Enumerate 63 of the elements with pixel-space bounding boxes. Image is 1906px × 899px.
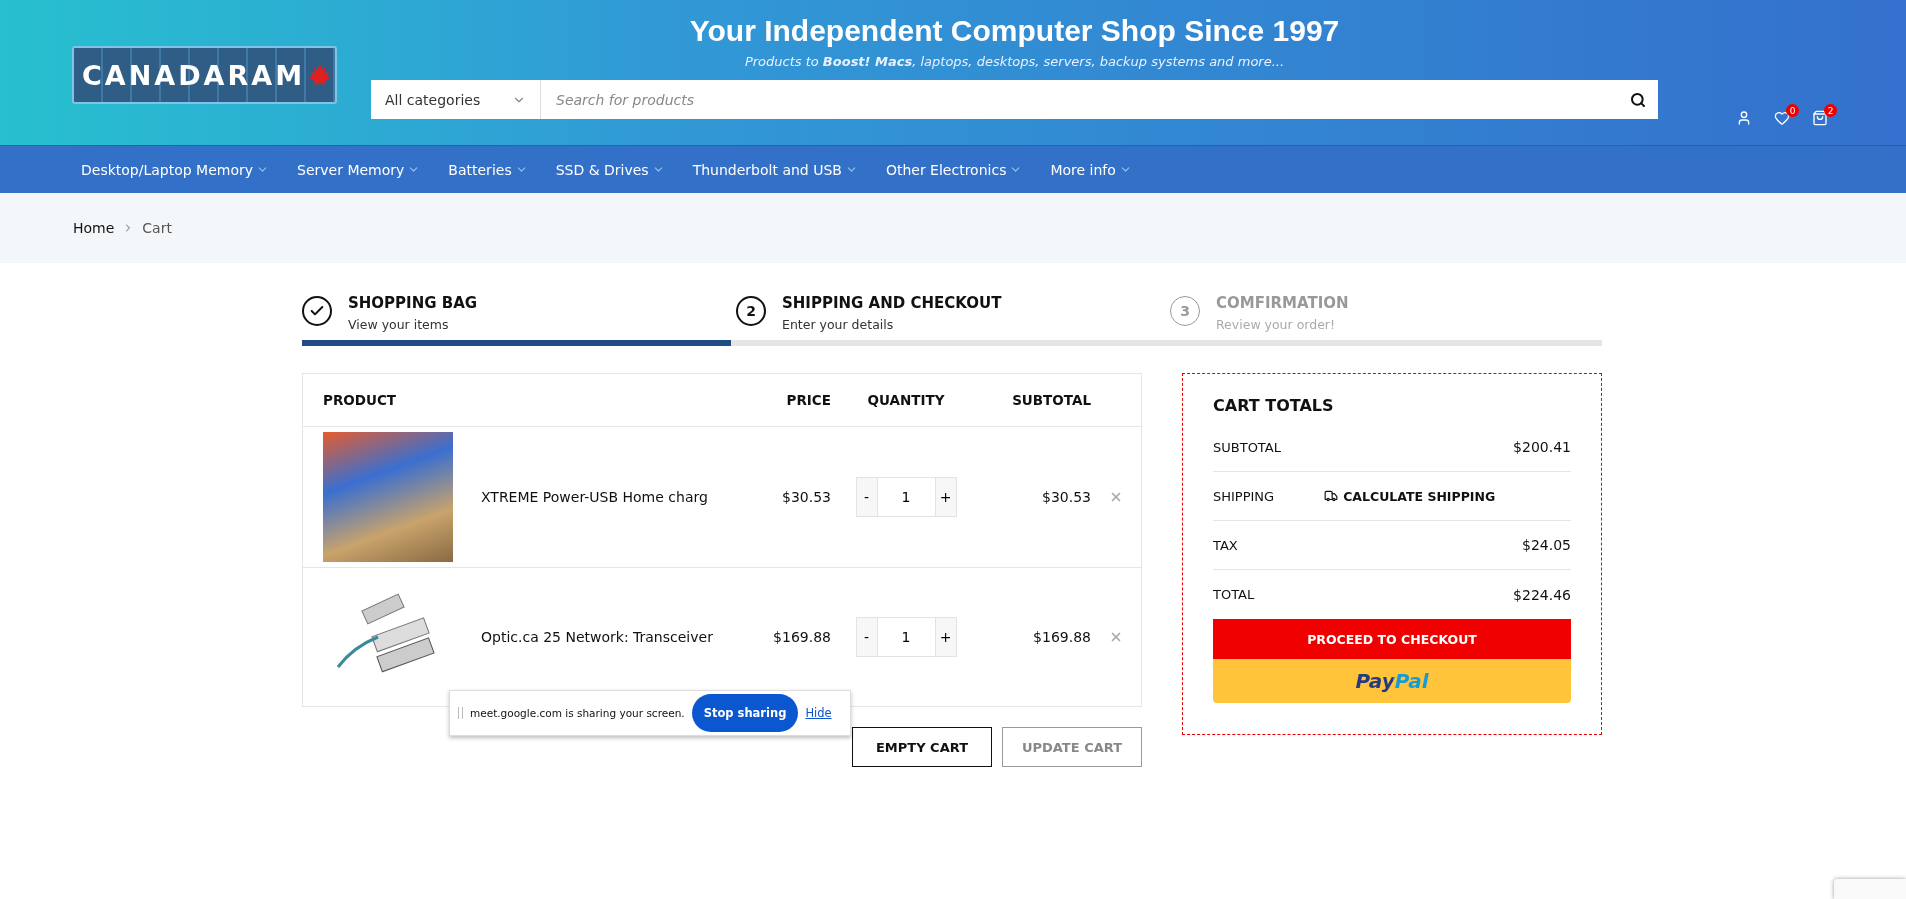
nav-menu-item[interactable]: More info	[1050, 161, 1132, 178]
checkout-step[interactable]: SHOPPING BAG View your items	[302, 294, 736, 332]
totals-value: $24.05	[1522, 537, 1571, 553]
totals-value: $200.41	[1513, 439, 1571, 455]
price-cell-text: $30.53	[781, 489, 831, 505]
step-number: 2	[736, 296, 766, 326]
search-field[interactable]: All categories Search for products	[371, 80, 1658, 119]
nav-menu-item[interactable]: Desktop/Laptop Memory	[81, 161, 270, 178]
hide-link[interactable]: Hide	[805, 706, 832, 720]
breadcrumb-link[interactable]: Home	[73, 220, 115, 236]
cart-totals-title: CART TOTALS	[1213, 396, 1335, 415]
totals-label: SUBTOTAL	[1213, 439, 1281, 455]
account-icon[interactable]	[1736, 110, 1752, 126]
step-subtitle: Enter your details	[782, 317, 895, 332]
nav-menu-item[interactable]: Thunderbolt and USB	[692, 161, 858, 178]
step-title: SHOPPING BAG	[348, 294, 478, 312]
price-cell-text: $169.88	[772, 629, 831, 645]
step-subtitle: Review your order!	[1216, 317, 1336, 332]
wishlist-count: 0	[1786, 104, 1799, 117]
totals-label: TOTAL	[1213, 587, 1255, 602]
quantity-field[interactable]: 1	[877, 617, 935, 657]
increase-button[interactable]: +	[934, 477, 957, 517]
column-header: PRODUCT	[323, 392, 398, 408]
remove-icon[interactable]	[1109, 630, 1123, 644]
product-name[interactable]: XTREME Power-USB Home charg	[481, 489, 708, 505]
remove-icon[interactable]	[1109, 490, 1123, 504]
share-message: meet.google.com is sharing your screen.	[470, 707, 685, 719]
increase-button[interactable]: +	[934, 617, 957, 657]
totals-value: $224.46	[1513, 586, 1571, 603]
step-title: SHIPPING AND CHECKOUT	[782, 294, 1002, 312]
cart-icon[interactable]	[1812, 110, 1828, 126]
calculate-shipping-link[interactable]: CALCULATE SHIPPING	[1324, 488, 1496, 504]
product-name[interactable]: Optic.ca 25 Network: Transceiver	[481, 629, 713, 645]
tagline: Products to Boost! Macs, laptops, desktops, servers, backup systems and more...	[744, 54, 1285, 69]
checkout-button[interactable]: PROCEED TO CHECKOUT	[1213, 619, 1571, 659]
search-icon[interactable]	[1630, 91, 1646, 108]
checkout-step[interactable]: 2 SHIPPING AND CHECKOUT Enter your details	[736, 294, 1170, 332]
nav-menu-item[interactable]: Other Electronics	[885, 161, 1023, 178]
wishlist-icon[interactable]	[1774, 110, 1790, 126]
column-header: PRICE	[785, 392, 831, 408]
stop-sharing-button[interactable]: Stop sharing	[691, 694, 799, 732]
cart-count: 2	[1824, 104, 1837, 117]
column-header: QUANTITY	[866, 392, 946, 408]
totals-label: SHIPPING	[1213, 488, 1275, 504]
step-subtitle: View your items	[348, 317, 450, 332]
drag-handle-icon[interactable]	[458, 707, 463, 719]
site-title: Your Independent Computer Shop Since 1997	[689, 14, 1340, 48]
nav-menu-item[interactable]: Server Memory	[297, 161, 421, 178]
decrease-button[interactable]: -	[855, 617, 878, 657]
nav-menu-item[interactable]: SSD & Drives	[555, 161, 665, 178]
cart-action-button[interactable]: EMPTY CART	[852, 727, 992, 767]
nav-menu-item[interactable]: Batteries	[448, 161, 528, 178]
breadcrumb-link[interactable]: Cart	[142, 220, 172, 236]
logo[interactable]: CANADARAM	[72, 46, 337, 104]
truck-icon	[1324, 489, 1339, 503]
subtotal-cell-text: $30.53	[1041, 489, 1091, 505]
step-title: COMFIRMATION	[1216, 294, 1349, 312]
quantity-field[interactable]: 1	[877, 477, 935, 517]
decrease-button[interactable]: -	[855, 477, 878, 517]
column-header: SUBTOTAL	[1011, 392, 1091, 408]
subtotal-cell-text: $169.88	[1032, 629, 1091, 645]
totals-label: TAX	[1213, 537, 1238, 553]
paypal-button[interactable]: PayPal	[1213, 659, 1571, 703]
